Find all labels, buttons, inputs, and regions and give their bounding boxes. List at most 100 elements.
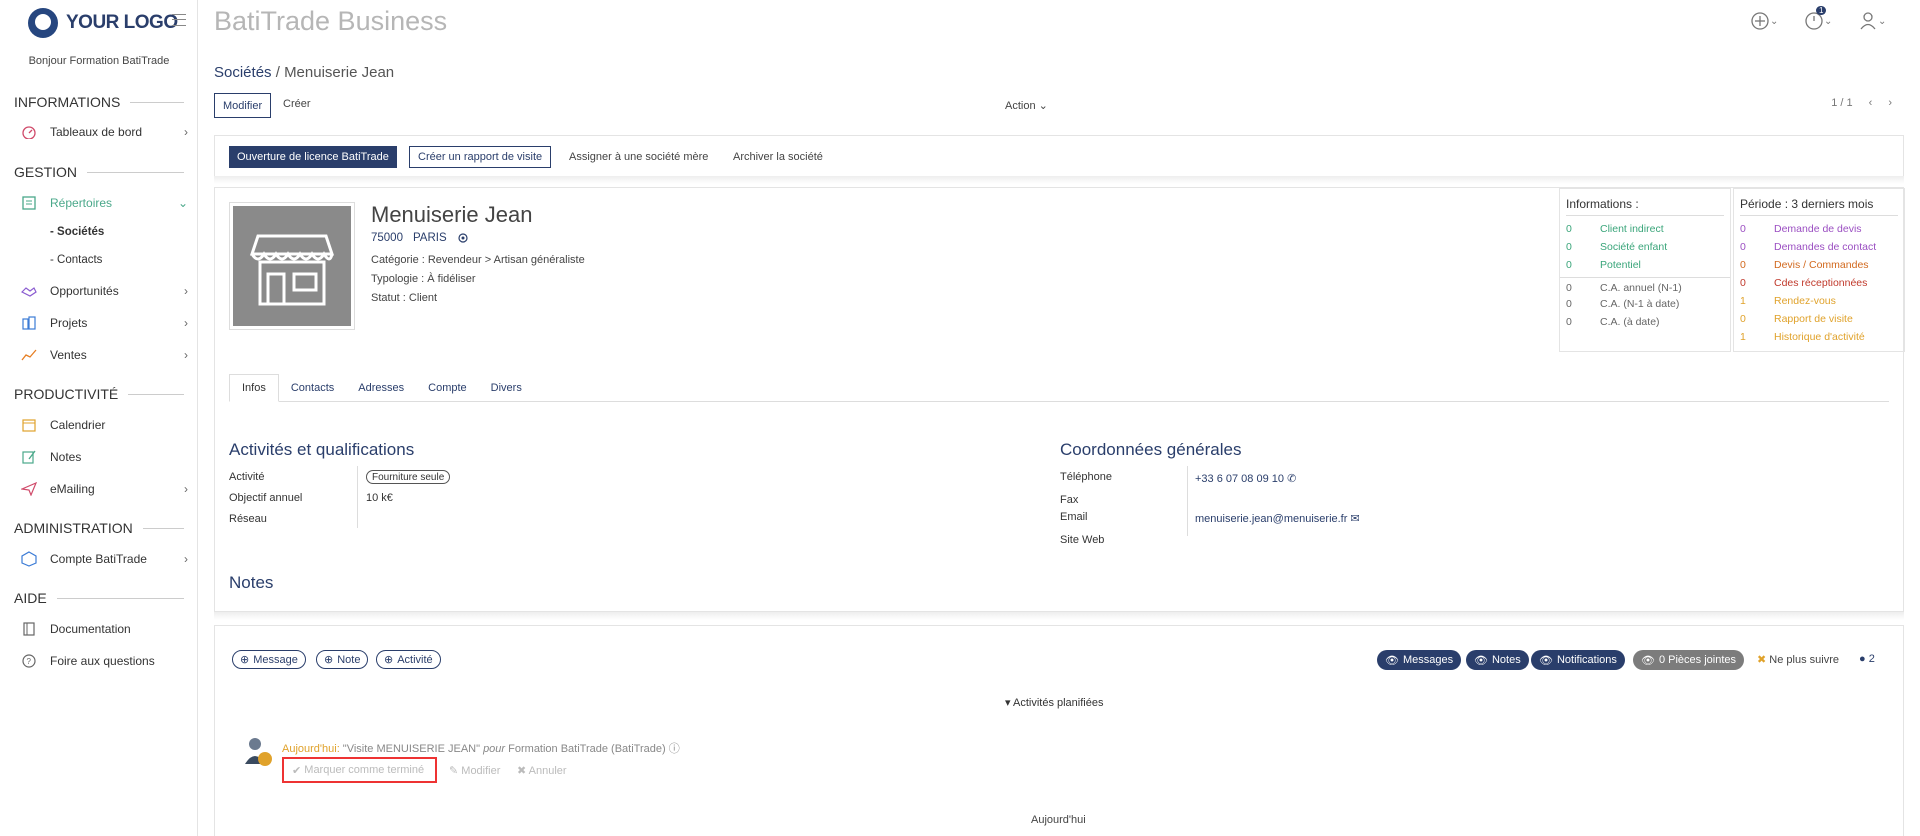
paper-plane-icon bbox=[20, 481, 38, 497]
stat-row[interactable]: 1 Rendez-vous bbox=[1734, 292, 1904, 310]
telephone-value[interactable]: +33 6 07 08 09 10 ✆ bbox=[1195, 472, 1296, 485]
sidebar-item-emailing[interactable]: eMailing › bbox=[20, 478, 188, 500]
creer-rapport-button[interactable]: Créer un rapport de visite bbox=[409, 146, 552, 168]
tab-divers[interactable]: Divers bbox=[479, 374, 534, 401]
section-aide: AIDE bbox=[14, 590, 184, 606]
stat-row[interactable]: 0 C.A. (à date) bbox=[1560, 313, 1730, 331]
chevron-down-icon: ⌄ bbox=[177, 196, 188, 210]
breadcrumb: Sociétés / Menuiserie Jean bbox=[214, 64, 394, 81]
modifier-button[interactable]: Modifier bbox=[214, 93, 272, 118]
activite-button[interactable]: ⊕ Activité bbox=[376, 650, 441, 669]
section-gestion: GESTION bbox=[14, 164, 184, 180]
logo[interactable]: YOUR LOGO bbox=[28, 8, 178, 38]
question-chat-icon: ? bbox=[20, 653, 38, 669]
sidebar-item-faq[interactable]: ? Foire aux questions bbox=[20, 650, 188, 672]
avatar bbox=[243, 736, 273, 766]
tab-adresses[interactable]: Adresses bbox=[346, 374, 416, 401]
planned-activities-toggle[interactable]: ▾ Activités planifiées bbox=[1005, 696, 1103, 709]
user-menu[interactable]: ⌄ bbox=[1858, 10, 1890, 32]
stat-row[interactable]: 0 Rapport de visite bbox=[1734, 310, 1904, 328]
next-page-icon[interactable]: › bbox=[1888, 97, 1892, 109]
creer-button[interactable]: Créer bbox=[283, 98, 311, 110]
sidebar-item-compte-batitrade[interactable]: Compte BatiTrade › bbox=[20, 548, 188, 570]
user-icon: ● bbox=[1859, 653, 1866, 665]
messages-filter[interactable]: 👁 Messages bbox=[1377, 650, 1462, 670]
sidebar-item-notes[interactable]: Notes bbox=[20, 446, 188, 468]
action-dropdown[interactable]: Action ⌄ bbox=[1005, 99, 1048, 112]
sidebar-item-tableaux-de-bord[interactable]: Tableaux de bord › bbox=[20, 121, 188, 143]
stat-label: C.A. (N-1 à date) bbox=[1600, 298, 1680, 310]
sidebar-subitem-contacts[interactable]: - Contacts bbox=[50, 254, 102, 266]
tab-compte[interactable]: Compte bbox=[416, 374, 479, 401]
periode-title: Période : 3 derniers mois bbox=[1740, 197, 1898, 216]
message-button[interactable]: ⊕ Message bbox=[232, 650, 306, 669]
stat-row[interactable]: 0 Potentiel bbox=[1560, 256, 1730, 274]
followers-button[interactable]: ● 2 bbox=[1859, 653, 1875, 665]
stat-label: Devis / Commandes bbox=[1774, 259, 1869, 271]
stat-row[interactable]: 1 Historique d'activité bbox=[1734, 328, 1904, 346]
siteweb-label: Site Web bbox=[1060, 534, 1105, 546]
chevron-right-icon: › bbox=[184, 348, 188, 362]
menu-toggle-icon[interactable] bbox=[172, 14, 186, 26]
note-button[interactable]: ⊕ Note bbox=[316, 650, 369, 669]
pencil-icon: ✎ bbox=[449, 765, 459, 777]
chevron-right-icon: › bbox=[184, 482, 188, 496]
ouverture-licence-button[interactable]: Ouverture de licence BatiTrade bbox=[229, 146, 397, 168]
sidebar-subitem-societes[interactable]: - Sociétés bbox=[50, 226, 104, 238]
stat-label: Demande de devis bbox=[1774, 223, 1862, 235]
tab-infos[interactable]: Infos bbox=[229, 374, 279, 402]
sidebar-item-opportunites[interactable]: Opportunités › bbox=[20, 280, 188, 302]
stat-row[interactable]: 0 C.A. annuel (N-1) bbox=[1560, 277, 1730, 295]
notifications-menu[interactable]: ⌄ 1 bbox=[1804, 6, 1836, 32]
location-icon[interactable] bbox=[457, 232, 469, 244]
info-icon[interactable]: ⓘ bbox=[669, 743, 680, 755]
stat-count: 1 bbox=[1740, 331, 1746, 343]
archiver-societe-button[interactable]: Archiver la société bbox=[733, 151, 823, 163]
chevron-right-icon: › bbox=[184, 125, 188, 139]
sidebar-item-repertoires[interactable]: Répertoires ⌄ bbox=[20, 192, 188, 214]
unfollow-button[interactable]: ✖ Ne plus suivre bbox=[1757, 653, 1839, 666]
edit-activity-button[interactable]: ✎ Modifier bbox=[449, 764, 500, 777]
plus-circle-icon: ⊕ bbox=[240, 654, 250, 666]
stat-row[interactable]: 0 Client indirect bbox=[1560, 220, 1730, 238]
message-label: Message bbox=[253, 653, 298, 666]
stat-row[interactable]: 0 Cdes réceptionnées bbox=[1734, 274, 1904, 292]
notes-filter[interactable]: 👁 Notes bbox=[1466, 650, 1529, 670]
notification-badge: 1 bbox=[1816, 6, 1827, 15]
create-menu[interactable]: ⌄ bbox=[1750, 10, 1782, 32]
email-text: menuiserie.jean@menuiserie.fr bbox=[1195, 513, 1348, 525]
stat-row[interactable]: 0 Devis / Commandes bbox=[1734, 256, 1904, 274]
cube-icon bbox=[20, 551, 38, 567]
company-statut: Statut : Client bbox=[371, 292, 438, 304]
objectif-label: Objectif annuel bbox=[229, 492, 303, 504]
prev-page-icon[interactable]: ‹ bbox=[1869, 97, 1873, 109]
book-icon bbox=[20, 621, 38, 637]
chart-line-icon bbox=[20, 347, 38, 363]
pieces-jointes-filter[interactable]: 👁 0 Pièces jointes bbox=[1633, 650, 1745, 670]
notifications-filter-label: Notifications bbox=[1556, 654, 1617, 666]
notifications-filter[interactable]: 👁 Notifications bbox=[1531, 650, 1625, 670]
assigner-societe-mere-button[interactable]: Assigner à une société mère bbox=[569, 151, 708, 163]
breadcrumb-societes[interactable]: Sociétés bbox=[214, 64, 272, 81]
stat-row[interactable]: 0 Demande de devis bbox=[1734, 220, 1904, 238]
sidebar-label: Documentation bbox=[50, 622, 131, 636]
tab-contacts[interactable]: Contacts bbox=[279, 374, 346, 401]
stat-row[interactable]: 0 C.A. (N-1 à date) bbox=[1560, 295, 1730, 313]
informations-box: Informations : 0 Client indirect 0 Société … bbox=[1559, 188, 1731, 352]
sidebar-item-documentation[interactable]: Documentation bbox=[20, 618, 188, 640]
cancel-activity-button[interactable]: ✖ Annuler bbox=[517, 764, 567, 777]
mark-done-button[interactable]: ✔ Marquer comme terminé bbox=[282, 757, 437, 783]
svg-text:?: ? bbox=[27, 657, 32, 666]
stat-row[interactable]: 0 Société enfant bbox=[1560, 238, 1730, 256]
stat-row[interactable]: 0 Demandes de contact bbox=[1734, 238, 1904, 256]
sidebar-item-ventes[interactable]: Ventes › bbox=[20, 344, 188, 366]
fax-label: Fax bbox=[1060, 494, 1079, 506]
sidebar-item-calendrier[interactable]: Calendrier bbox=[20, 414, 188, 436]
sidebar-item-projets[interactable]: Projets › bbox=[20, 312, 188, 334]
divider bbox=[214, 176, 1904, 184]
stat-label: Rendez-vous bbox=[1774, 295, 1836, 307]
activity-date: Aujourd'hui: bbox=[282, 743, 340, 755]
company-photo[interactable] bbox=[229, 202, 355, 330]
followers-count: 2 bbox=[1868, 653, 1875, 665]
email-value[interactable]: menuiserie.jean@menuiserie.fr ✉ bbox=[1195, 512, 1360, 525]
